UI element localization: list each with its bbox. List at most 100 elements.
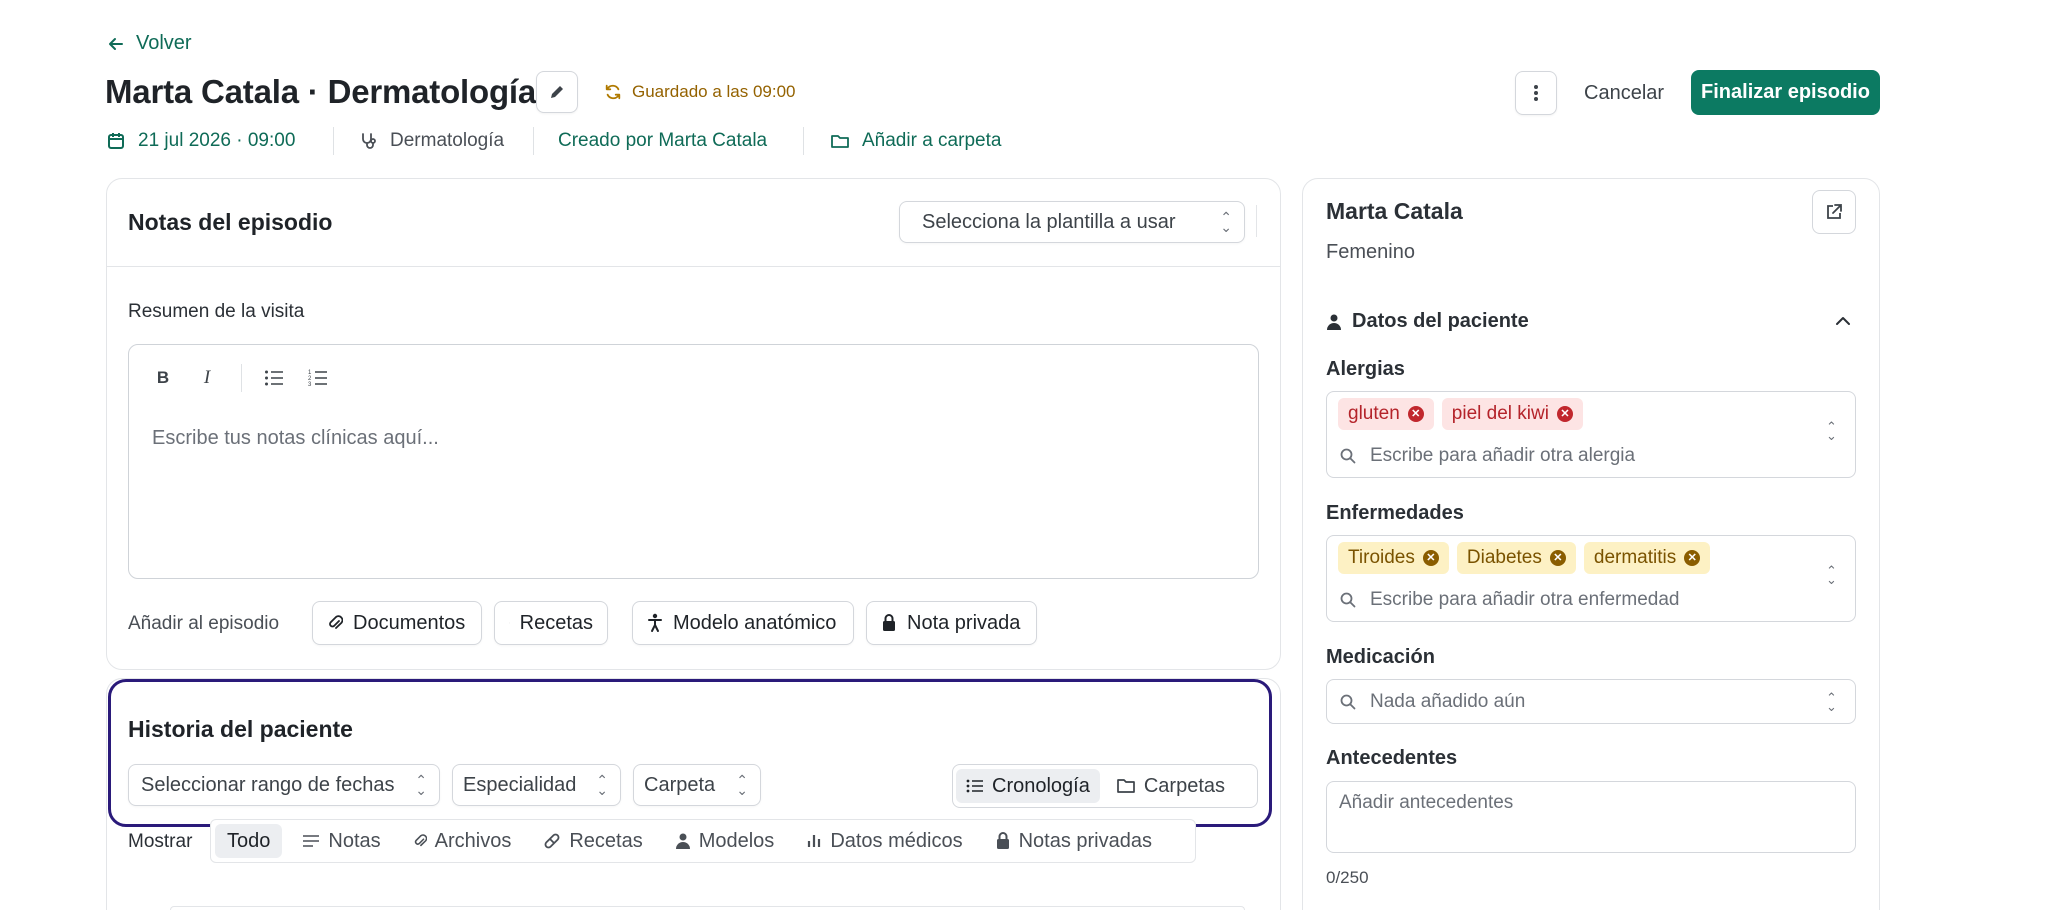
visit-summary-label: Resumen de la visita	[128, 301, 305, 322]
collapse-button[interactable]	[1832, 310, 1854, 332]
meta-date[interactable]: 21 jul 2026 · 09:00	[106, 128, 295, 154]
refresh-icon	[605, 84, 621, 100]
allergies-label: Alergias	[1326, 358, 1405, 380]
template-select[interactable]: Selecciona la plantilla a usar ⌃ ⌄	[899, 201, 1245, 243]
pill-icon	[544, 833, 560, 849]
patient-sex: Femenino	[1326, 241, 1415, 263]
open-patient-button[interactable]	[1812, 190, 1856, 234]
timeline-entry-edge	[170, 906, 1245, 910]
chevron-up-down-icon: ⌃ ⌄	[1826, 419, 1837, 443]
bold-icon: B	[156, 368, 170, 387]
bullet-list-icon	[265, 370, 283, 386]
list-icon	[966, 779, 983, 793]
date-range-select[interactable]: Seleccionar rango de fechas ⌃ ⌄	[128, 764, 440, 806]
filter-all-label: Todo	[227, 829, 271, 852]
add-anatomical-model-button[interactable]: Modelo anatómico	[632, 601, 854, 645]
disease-tags: Tiroides ✕ Diabetes ✕ dermatitis ✕	[1338, 542, 1711, 574]
disease-tag-label: Diabetes	[1466, 547, 1542, 568]
filter-all[interactable]: Todo	[215, 824, 283, 858]
svg-text:3: 3	[308, 382, 312, 387]
notes-divider	[106, 266, 1281, 267]
stethoscope-icon	[362, 133, 376, 149]
filter-prescriptions-label: Recetas	[569, 829, 643, 852]
specialty-select[interactable]: Especialidad ⌃ ⌄	[452, 764, 621, 806]
remove-tag-icon[interactable]: ✕	[1684, 550, 1701, 566]
calendar-icon	[108, 133, 124, 149]
background-char-count: 0/250	[1326, 868, 1369, 887]
editor-placeholder: Escribe tus notas clínicas aquí...	[152, 427, 439, 449]
show-label: Mostrar	[128, 831, 193, 852]
numbered-list-button[interactable]: 123	[298, 358, 338, 398]
add-documents-button[interactable]: Documentos	[312, 601, 482, 645]
diseases-label: Enfermedades	[1326, 502, 1464, 524]
page-title: Marta Catala · Dermatología	[105, 73, 537, 110]
back-link[interactable]: Volver	[106, 32, 192, 55]
allergy-tags: gluten ✕ piel del kiwi ✕	[1338, 398, 1583, 430]
italic-button[interactable]: I	[187, 358, 227, 398]
search-icon	[1340, 448, 1356, 464]
history-filter-bar: Todo Notas Archivos Recetas Modelos Dato…	[210, 819, 1196, 863]
back-label: Volver	[136, 32, 192, 54]
filter-private-notes-label: Notas privadas	[1018, 829, 1152, 852]
cancel-button[interactable]: Cancelar	[1584, 82, 1664, 105]
view-folders-label: Carpetas	[1143, 774, 1225, 797]
chevron-up-down-icon: ⌃ ⌄	[1826, 690, 1837, 714]
folder-select[interactable]: Carpeta ⌃ ⌄	[633, 764, 761, 806]
save-status: Guardado a las 09:00	[604, 82, 796, 102]
add-to-folder-link[interactable]: Añadir a carpeta	[830, 128, 1001, 154]
more-options-button[interactable]	[1515, 71, 1557, 115]
filter-notes[interactable]: Notas	[290, 824, 392, 858]
disease-tag: dermatitis ✕	[1583, 542, 1711, 574]
finish-episode-button[interactable]: Finalizar episodio	[1691, 70, 1880, 115]
remove-tag-icon[interactable]: ✕	[1549, 550, 1566, 566]
lock-icon	[883, 614, 895, 631]
filter-files[interactable]: Archivos	[401, 824, 524, 858]
meta-divider	[803, 127, 804, 155]
disease-search-placeholder: Escribe para añadir otra enfermedad	[1370, 589, 1680, 610]
disease-search[interactable]: Escribe para añadir otra enfermedad	[1340, 589, 1679, 611]
add-private-note-button[interactable]: Nota privada	[866, 601, 1037, 645]
medication-search[interactable]: Nada añadido aún	[1340, 691, 1525, 713]
filter-prescriptions[interactable]: Recetas	[531, 824, 654, 858]
filter-private-notes[interactable]: Notas privadas	[983, 824, 1164, 858]
chevron-up-down-icon: ⌃ ⌄	[596, 772, 608, 798]
background-label: Antecedentes	[1326, 747, 1458, 769]
specialty-select-text: Especialidad	[463, 773, 577, 796]
remove-tag-icon[interactable]: ✕	[1556, 406, 1573, 422]
medication-placeholder: Nada añadido aún	[1370, 691, 1526, 712]
paperclip-icon	[414, 834, 427, 847]
allergy-search[interactable]: Escribe para añadir otra alergia	[1340, 445, 1635, 467]
medication-label: Medicación	[1326, 646, 1435, 668]
external-link-icon	[1827, 204, 1842, 219]
view-timeline-button[interactable]: Cronología	[956, 769, 1100, 803]
add-to-episode-label: Añadir al episodio	[128, 613, 280, 634]
filter-notes-label: Notas	[328, 829, 381, 852]
bold-button[interactable]: B	[143, 358, 183, 398]
meta-divider	[533, 127, 534, 155]
arrow-left-icon	[109, 37, 123, 50]
filter-models[interactable]: Modelos	[663, 824, 787, 858]
remove-tag-icon[interactable]: ✕	[1422, 550, 1439, 566]
meta-created-by[interactable]: Creado por Marta Catala	[558, 128, 767, 154]
view-folders-button[interactable]: Carpetas	[1106, 769, 1235, 803]
add-prescriptions-button[interactable]: Recetas	[494, 601, 608, 645]
patient-data-header[interactable]: Datos del paciente	[1326, 310, 1529, 333]
template-select-text: Selecciona la plantilla a usar	[922, 210, 1176, 233]
more-vertical-icon	[1534, 85, 1538, 101]
bullet-list-button[interactable]	[254, 358, 294, 398]
date-range-text: Seleccionar rango de fechas	[141, 773, 395, 796]
edit-title-button[interactable]	[536, 71, 578, 113]
chevron-up-down-icon: ⌃ ⌄	[1220, 209, 1232, 235]
filter-medical-data[interactable]: Datos médicos	[794, 824, 974, 858]
save-status-text: Guardado a las 09:00	[632, 82, 796, 101]
background-placeholder: Añadir antecedentes	[1339, 792, 1514, 813]
allergy-tag: piel del kiwi ✕	[1441, 398, 1583, 430]
meta-specialty: Dermatología	[358, 128, 504, 154]
episode-notes-title: Notas del episodio	[128, 209, 333, 235]
remove-tag-icon[interactable]: ✕	[1407, 406, 1424, 422]
filter-models-label: Modelos	[698, 829, 775, 852]
meta-specialty-text: Dermatología	[390, 130, 505, 151]
allergy-tag: gluten ✕	[1338, 398, 1434, 430]
lock-icon	[996, 832, 1009, 849]
add-anatomical-model-label: Modelo anatómico	[673, 611, 837, 634]
